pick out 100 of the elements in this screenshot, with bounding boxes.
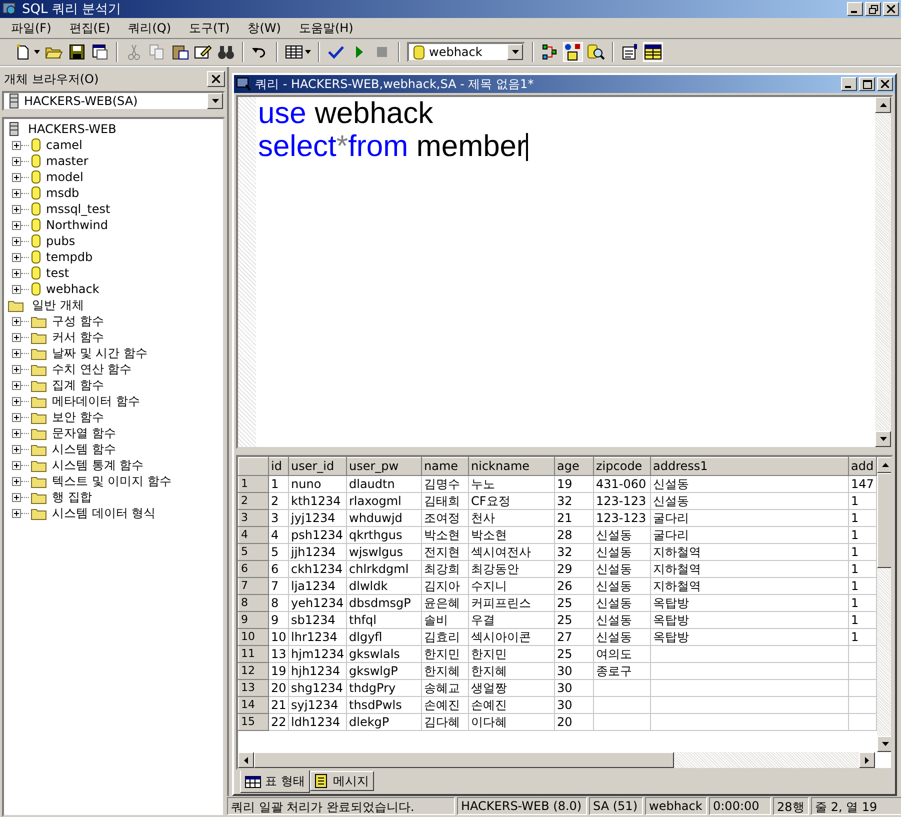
row-header[interactable]: 1	[238, 476, 268, 492]
expand-toggle[interactable]	[12, 412, 21, 422]
expand-toggle[interactable]	[12, 428, 21, 438]
arrow-up-icon[interactable]	[880, 103, 886, 107]
menu-item[interactable]: 도구(T)	[180, 20, 239, 36]
tree-item[interactable]: pubs	[46, 234, 76, 248]
row-header[interactable]: 6	[238, 560, 268, 578]
expand-toggle[interactable]	[12, 188, 21, 198]
menu-item[interactable]: 쿼리(Q)	[119, 20, 180, 36]
tree-item[interactable]: 텍스트 및 이미지 함수	[52, 472, 172, 490]
expand-toggle[interactable]	[12, 492, 21, 502]
minimize-button[interactable]	[847, 2, 863, 16]
arrow-left-icon[interactable]	[244, 756, 248, 764]
window-icon[interactable]	[91, 43, 109, 61]
tree-item[interactable]: HACKERS-WEB	[28, 122, 116, 136]
server-dropdown[interactable]: HACKERS-WEB(SA)	[2, 91, 225, 111]
sql-editor[interactable]: use webhack select*from member	[236, 95, 893, 449]
tree-item[interactable]: 시스템 데이터 형식	[52, 504, 156, 522]
row-header[interactable]: 12	[238, 662, 268, 680]
close-button[interactable]	[883, 2, 899, 16]
tree-item[interactable]: 일반 개체	[32, 296, 84, 314]
properties-icon[interactable]	[621, 43, 639, 61]
row-header[interactable]: 15	[238, 714, 268, 730]
expand-toggle[interactable]	[12, 284, 21, 294]
expand-toggle[interactable]	[12, 236, 21, 246]
tree-item[interactable]: 시스템 통계 함수	[52, 456, 144, 474]
tree-item[interactable]: 문자열 함수	[52, 424, 116, 442]
close-button[interactable]	[877, 77, 893, 91]
restore-button[interactable]	[865, 2, 881, 16]
arrow-right-icon[interactable]	[865, 756, 869, 764]
tree-item[interactable]: 커서 함수	[52, 328, 104, 346]
row-header[interactable]: 3	[238, 510, 268, 526]
column-header[interactable]: name	[422, 458, 468, 476]
arrow-up-icon[interactable]	[882, 463, 888, 467]
expand-toggle[interactable]	[12, 252, 21, 262]
minimize-button[interactable]	[841, 77, 857, 91]
dropdown-arrow-icon[interactable]	[34, 50, 40, 54]
expand-toggle[interactable]	[12, 140, 21, 150]
arrow-down-icon[interactable]	[880, 437, 886, 441]
expand-toggle[interactable]	[12, 396, 21, 406]
expand-toggle[interactable]	[12, 220, 21, 230]
arrow-down-icon[interactable]	[882, 742, 888, 746]
tree-item[interactable]: webhack	[46, 282, 100, 296]
tree-item[interactable]: model	[46, 170, 84, 184]
tree-item[interactable]: msdb	[46, 186, 80, 200]
menu-item[interactable]: 창(W)	[238, 20, 290, 36]
expand-toggle[interactable]	[12, 444, 21, 454]
vertical-scrollbar[interactable]	[875, 97, 891, 447]
column-header[interactable]: nickname	[468, 458, 554, 476]
expand-toggle[interactable]	[12, 204, 21, 214]
row-header[interactable]: 11	[238, 646, 268, 662]
magnifier-icon[interactable]	[587, 43, 605, 61]
row-header[interactable]: 14	[238, 696, 268, 714]
column-header[interactable]: age	[554, 458, 594, 476]
tree-item[interactable]: 메타데이터 함수	[52, 392, 140, 410]
expand-toggle[interactable]	[12, 380, 21, 390]
vertical-scrollbar[interactable]	[877, 457, 891, 752]
row-header[interactable]: 10	[238, 628, 268, 646]
menu-item[interactable]: 파일(F)	[2, 20, 60, 36]
tree-item[interactable]: 보안 함수	[52, 408, 104, 426]
column-header[interactable]: zipcode	[594, 458, 650, 476]
edit-icon[interactable]	[194, 43, 212, 61]
menu-item[interactable]: 도움말(H)	[290, 20, 362, 36]
row-header[interactable]: 9	[238, 612, 268, 628]
tree-item[interactable]: 행 집합	[52, 488, 92, 506]
expand-toggle[interactable]	[12, 156, 21, 166]
result-tab[interactable]: 메시지	[310, 771, 374, 791]
database-dropdown[interactable]: webhack	[407, 42, 525, 62]
objects-icon[interactable]	[564, 43, 582, 61]
expand-toggle[interactable]	[12, 172, 21, 182]
tree-item[interactable]: 집계 함수	[52, 376, 104, 394]
paste-icon[interactable]	[171, 43, 189, 61]
row-header[interactable]: 8	[238, 594, 268, 612]
column-header[interactable]: user_id	[288, 458, 346, 476]
tree-icon[interactable]	[541, 43, 559, 61]
expand-toggle[interactable]	[12, 332, 21, 342]
tree-item[interactable]: test	[46, 266, 70, 280]
tree-item[interactable]: 시스템 함수	[52, 440, 116, 458]
expand-toggle[interactable]	[12, 316, 21, 326]
row-header[interactable]: 7	[238, 578, 268, 594]
row-header[interactable]: 5	[238, 544, 268, 560]
grid-icon[interactable]	[285, 43, 303, 61]
tree-item[interactable]: 구성 함수	[52, 312, 104, 330]
column-header[interactable]: id	[268, 458, 288, 476]
column-header[interactable]: add	[848, 458, 876, 476]
menu-item[interactable]: 편집(E)	[60, 20, 120, 36]
tree-item[interactable]: 날짜 및 시간 함수	[52, 344, 148, 362]
expand-toggle[interactable]	[12, 364, 21, 374]
expand-toggle[interactable]	[12, 268, 21, 278]
tree-item[interactable]: camel	[46, 138, 82, 152]
column-header[interactable]: address1	[650, 458, 848, 476]
tree-item[interactable]: master	[46, 154, 88, 168]
expand-toggle[interactable]	[12, 508, 21, 518]
expand-toggle[interactable]	[12, 476, 21, 486]
save-icon[interactable]	[68, 43, 86, 61]
maximize-button[interactable]	[859, 77, 875, 91]
tree-item[interactable]: tempdb	[46, 250, 93, 264]
tree-item[interactable]: Northwind	[46, 218, 108, 232]
tree-item[interactable]: 수치 연산 함수	[52, 360, 132, 378]
result-tab[interactable]: 표 형태	[240, 770, 310, 793]
